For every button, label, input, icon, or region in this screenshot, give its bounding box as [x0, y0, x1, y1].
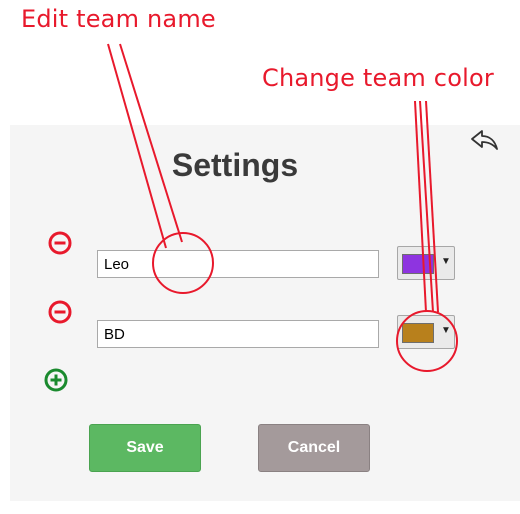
remove-team-button[interactable] — [48, 300, 72, 324]
annotation-change-team-color: Change team color — [262, 64, 494, 92]
chevron-down-icon: ▼ — [441, 325, 451, 336]
annotation-edit-team-name: Edit team name — [21, 5, 216, 33]
page-title: Settings — [171, 147, 299, 183]
color-swatch — [402, 323, 434, 343]
remove-team-button[interactable] — [48, 231, 72, 255]
save-button[interactable]: Save — [89, 424, 201, 472]
color-swatch — [402, 254, 434, 274]
plus-circle-icon — [44, 368, 68, 392]
chevron-down-icon: ▼ — [441, 256, 451, 267]
team-color-picker[interactable]: ▼ — [397, 315, 455, 349]
minus-circle-icon — [48, 300, 72, 324]
back-arrow-icon[interactable] — [470, 128, 500, 152]
add-team-button[interactable] — [44, 368, 68, 392]
minus-circle-icon — [48, 231, 72, 255]
cancel-button[interactable]: Cancel — [258, 424, 370, 472]
team-color-picker[interactable]: ▼ — [397, 246, 455, 280]
stage: Edit team name Change team color Setting… — [0, 0, 520, 514]
team-name-input[interactable] — [97, 250, 379, 278]
team-name-input[interactable] — [97, 320, 379, 348]
